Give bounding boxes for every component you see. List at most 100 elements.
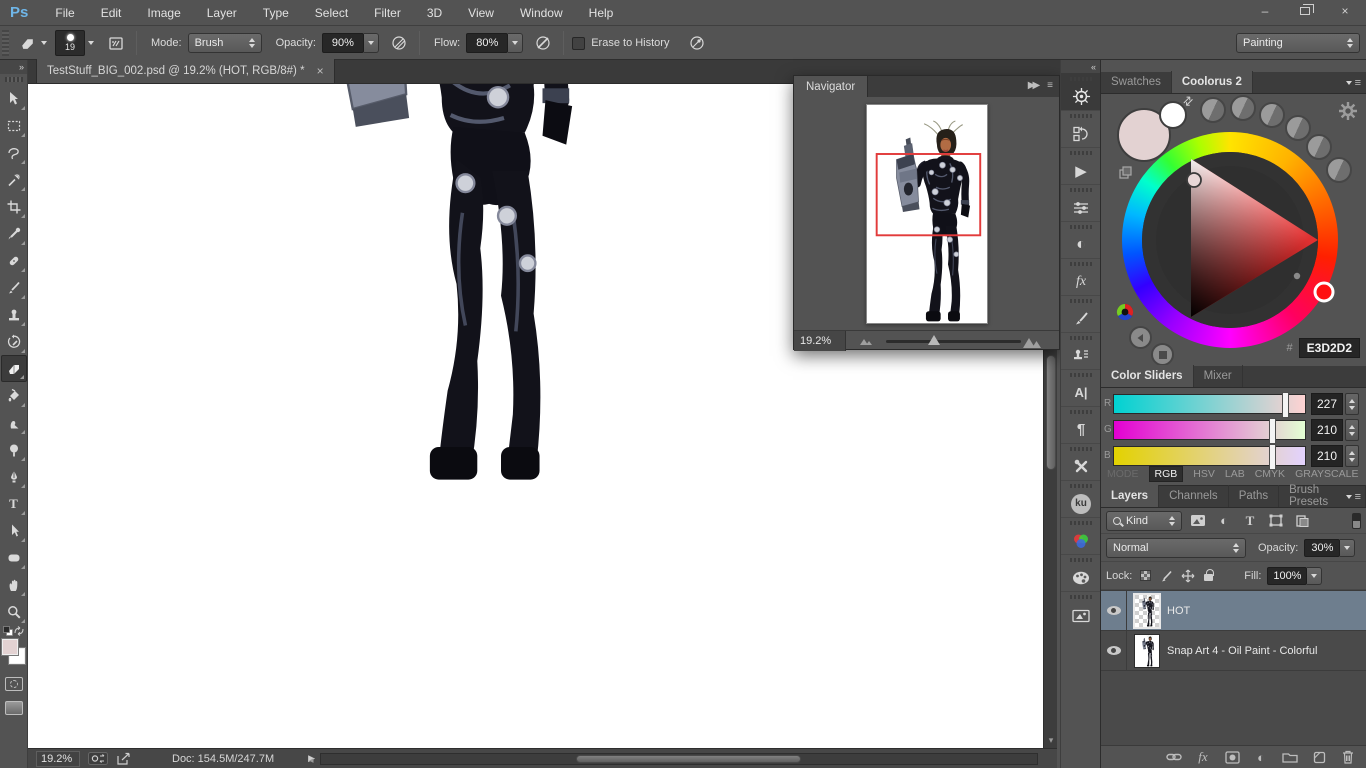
green-channel-value[interactable]: 210 xyxy=(1311,419,1343,441)
marquee-tool[interactable] xyxy=(1,112,27,139)
menu-item-filter[interactable]: Filter xyxy=(361,0,414,26)
layer-row-snap-art[interactable]: Snap Art 4 - Oil Paint - Colorful xyxy=(1101,631,1366,671)
character-panel-icon[interactable]: A| xyxy=(1061,370,1101,407)
brush-panel-icon[interactable] xyxy=(1061,296,1101,333)
swatches-panel-icon[interactable] xyxy=(1061,555,1101,592)
history-brush-tool[interactable] xyxy=(1,328,27,355)
layer-fill-value[interactable]: 100% xyxy=(1267,567,1307,585)
layer-opacity-value[interactable]: 30% xyxy=(1304,539,1340,557)
tab-layers[interactable]: Layers xyxy=(1101,485,1159,507)
menu-item-type[interactable]: Type xyxy=(250,0,302,26)
navigator-zoom-slider-thumb[interactable] xyxy=(928,335,940,345)
flow-dropdown-button[interactable] xyxy=(508,33,523,53)
red-channel-stepper[interactable] xyxy=(1345,393,1359,415)
layer-filtering-toggle[interactable] xyxy=(1352,513,1361,529)
opacity-dropdown-button[interactable] xyxy=(364,33,379,53)
restore-button[interactable] xyxy=(1292,2,1318,20)
blue-channel-value[interactable]: 210 xyxy=(1311,445,1343,467)
layer-visibility-cell[interactable] xyxy=(1101,631,1127,670)
horizontal-scrollbar[interactable]: ◂ xyxy=(320,753,1038,765)
rgb-mode-circle-icon[interactable] xyxy=(1115,302,1135,325)
lock-position-icon[interactable] xyxy=(1180,569,1195,583)
lock-transparency-icon[interactable] xyxy=(1138,569,1153,583)
link-layers-icon[interactable] xyxy=(1166,749,1182,765)
screen-mode-button[interactable] xyxy=(5,701,23,715)
panel-menu-icon[interactable]: ≡ xyxy=(1346,491,1361,503)
panel-menu-icon[interactable]: ≡ xyxy=(1346,77,1361,89)
hex-value-field[interactable]: E3D2D2 xyxy=(1299,338,1360,358)
document-close-icon[interactable]: × xyxy=(317,64,324,78)
quick-selection-tool[interactable] xyxy=(1,166,27,193)
adjustments-panel-icon[interactable]: ◐ xyxy=(1061,222,1101,259)
export-share-icon[interactable] xyxy=(116,752,132,766)
menu-item-window[interactable]: Window xyxy=(507,0,576,26)
rounded-rectangle-tool[interactable] xyxy=(1,544,27,571)
menu-item-file[interactable]: File xyxy=(42,0,87,26)
green-channel-stepper[interactable] xyxy=(1345,419,1359,441)
mode-cmyk[interactable]: CMYK xyxy=(1255,468,1285,480)
filter-type-layers-icon[interactable]: T xyxy=(1240,512,1260,530)
opacity-value[interactable]: 90% xyxy=(322,33,364,53)
smudge-tool[interactable] xyxy=(1,409,27,436)
zoom-tool[interactable] xyxy=(1,598,27,625)
layer-opacity-dropdown[interactable] xyxy=(1340,539,1355,557)
default-colors-icon[interactable] xyxy=(3,626,13,636)
tab-swatches[interactable]: Swatches xyxy=(1101,71,1172,93)
close-button[interactable]: × xyxy=(1332,2,1358,20)
dodge-tool[interactable] xyxy=(1,436,27,463)
tab-color-sliders[interactable]: Color Sliders xyxy=(1101,365,1194,387)
blue-channel-stepper[interactable] xyxy=(1345,445,1359,467)
paint-bucket-tool[interactable] xyxy=(1,382,27,409)
harmony-preset-2-icon[interactable] xyxy=(1230,95,1256,121)
eyedropper-tool[interactable] xyxy=(1,220,27,247)
pen-tool[interactable] xyxy=(1,463,27,490)
layer-style-fx-icon[interactable]: fx xyxy=(1195,749,1211,765)
type-tool[interactable]: T xyxy=(1,490,27,517)
quick-mask-button[interactable] xyxy=(5,677,23,691)
sync-settings-icon[interactable] xyxy=(88,752,108,765)
move-tool[interactable] xyxy=(1,85,27,112)
tab-coolorus-2[interactable]: Coolorus 2 xyxy=(1172,71,1253,93)
foreground-color-swatch[interactable] xyxy=(2,639,18,655)
toggle-brush-panel-icon[interactable] xyxy=(104,31,128,55)
blue-channel-slider[interactable] xyxy=(1113,446,1306,466)
saturation-value-triangle[interactable] xyxy=(1122,132,1338,348)
tab-mixer[interactable]: Mixer xyxy=(1194,365,1243,387)
add-layer-mask-icon[interactable] xyxy=(1224,749,1240,765)
navigator-zoom-field[interactable]: 19.2% xyxy=(794,331,846,351)
erase-to-history-checkbox[interactable] xyxy=(572,37,585,50)
scroll-down-arrow-icon[interactable]: ▾ xyxy=(1044,735,1058,746)
crop-tool[interactable] xyxy=(1,193,27,220)
brush-pressure-size-icon[interactable] xyxy=(685,31,709,55)
filter-shape-layers-icon[interactable] xyxy=(1266,512,1286,530)
paragraph-panel-icon[interactable]: ¶ xyxy=(1061,407,1101,444)
eraser-tool-icon[interactable] xyxy=(15,31,39,55)
kuler-panel-icon[interactable]: ku xyxy=(1061,481,1101,518)
lock-all-icon[interactable] xyxy=(1201,569,1216,583)
styles-panel-icon[interactable]: fx xyxy=(1061,259,1101,296)
navigator-preview[interactable] xyxy=(794,97,1059,330)
swap-colors-icon[interactable] xyxy=(14,626,25,636)
mode-dropdown[interactable]: Brush xyxy=(188,33,262,53)
brush-preset-picker[interactable]: 19 xyxy=(55,30,85,56)
toolbar-collapse[interactable]: » xyxy=(0,60,27,74)
properties-panel-icon[interactable] xyxy=(1061,185,1101,222)
coolorus-helm-icon[interactable] xyxy=(1061,74,1101,111)
menu-item-help[interactable]: Help xyxy=(576,0,627,26)
coolorus-settings-gear-icon[interactable] xyxy=(1337,100,1359,125)
actions-panel-icon[interactable]: ▶ xyxy=(1061,148,1101,185)
mode-grayscale[interactable]: GRAYSCALE xyxy=(1295,468,1358,480)
layer-visibility-cell[interactable] xyxy=(1101,591,1127,630)
status-zoom-field[interactable]: 19.2% xyxy=(36,751,80,767)
red-channel-value[interactable]: 227 xyxy=(1311,393,1343,415)
undo-color-button[interactable] xyxy=(1129,326,1152,349)
filter-pixel-layers-icon[interactable] xyxy=(1188,512,1208,530)
tool-preset-arrow-icon[interactable] xyxy=(41,41,47,45)
panel-menu-icon[interactable]: ≡ xyxy=(1047,80,1053,91)
tab-paths[interactable]: Paths xyxy=(1229,485,1279,507)
history-panel-icon[interactable] xyxy=(1061,111,1101,148)
zoom-out-icon[interactable] xyxy=(860,336,874,345)
options-grip[interactable] xyxy=(2,30,9,56)
vertical-scrollbar-thumb[interactable] xyxy=(1046,355,1056,470)
hand-tool[interactable] xyxy=(1,571,27,598)
